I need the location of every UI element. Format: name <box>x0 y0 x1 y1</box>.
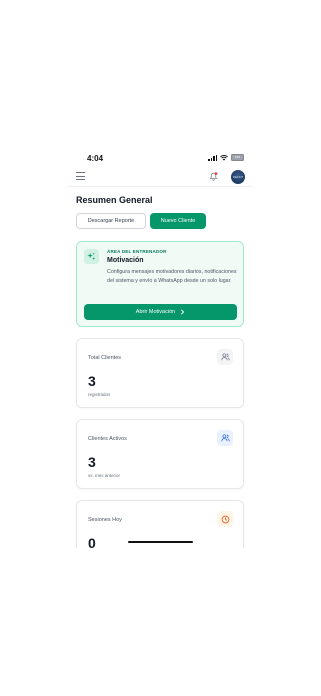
stat-label: Clientes Activos <box>88 436 127 442</box>
cellular-signal-icon <box>208 154 217 161</box>
stat-subtext: vs. mes anterior <box>88 473 121 478</box>
notification-bell-icon[interactable] <box>209 172 218 181</box>
clock-icon <box>217 511 233 527</box>
home-indicator <box>128 541 193 543</box>
motivation-title: Motivación <box>107 257 144 264</box>
chevron-right-icon <box>181 309 185 315</box>
user-avatar[interactable]: DEFFIT <box>231 170 245 184</box>
avatar-text: DEFFIT <box>232 175 244 179</box>
app-header: DEFFIT <box>67 168 253 187</box>
stat-value: 3 <box>88 373 96 389</box>
motivation-card: ÁREA DEL ENTRENADOR Motivación Configura… <box>76 241 244 327</box>
download-report-button[interactable]: Descargar Reporte <box>76 213 146 229</box>
motivation-description: Configura mensajes motivadores diarios, … <box>107 269 237 284</box>
open-motivation-button[interactable]: Abrir Motivación <box>84 304 237 320</box>
stat-label: Sesiones Hoy <box>88 517 122 523</box>
status-icons: 100 <box>208 154 244 161</box>
status-bar: 4:04 100 <box>67 150 253 166</box>
stat-label: Total Clientes <box>88 355 122 361</box>
stat-value: 0 <box>88 535 96 548</box>
stat-card-active-clients: Clientes Activos 3 vs. mes anterior <box>76 419 244 489</box>
new-client-button[interactable]: Nuevo Cliente <box>150 213 206 229</box>
sparkles-icon <box>84 249 99 264</box>
users-icon <box>217 349 233 365</box>
battery-icon: 100 <box>231 154 244 161</box>
page-title: Resumen General <box>76 195 153 205</box>
stat-card-total-clients: Total Clientes 3 registrados <box>76 338 244 408</box>
users-icon <box>217 430 233 446</box>
motivation-eyebrow: ÁREA DEL ENTRENADOR <box>107 249 167 254</box>
status-time: 4:04 <box>87 154 104 163</box>
stat-value: 3 <box>88 454 96 470</box>
hamburger-menu-icon[interactable] <box>76 172 85 180</box>
phone-screen: 4:04 100 DEFFIT Resumen General Descarga… <box>67 150 253 548</box>
open-motivation-label: Abrir Motivación <box>135 309 176 315</box>
wifi-icon <box>220 154 228 161</box>
notification-dot <box>214 172 218 175</box>
stat-subtext: registrados <box>88 392 111 397</box>
